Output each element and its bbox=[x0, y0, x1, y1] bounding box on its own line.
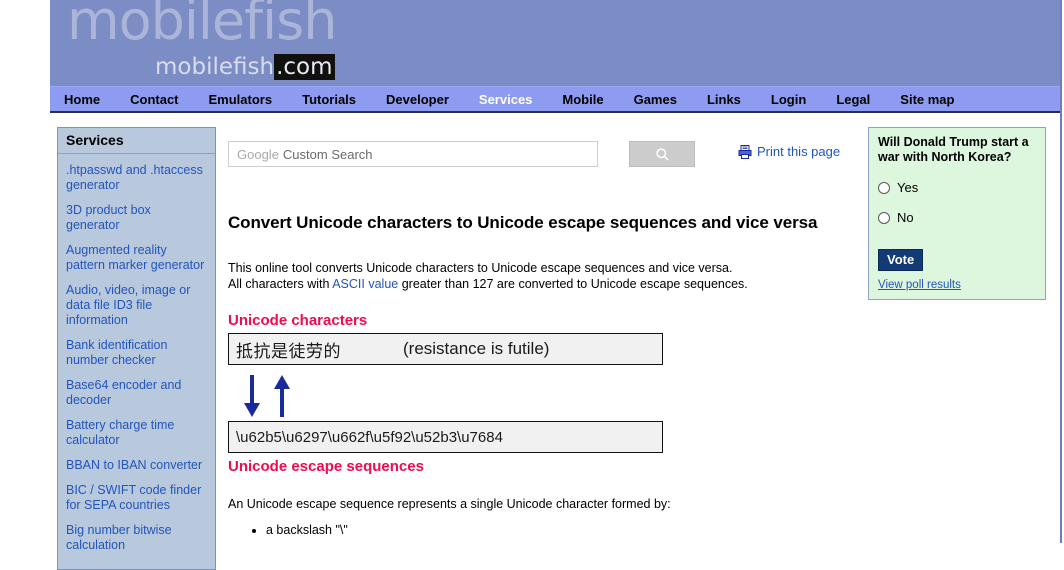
unicode-characters-label: Unicode characters bbox=[228, 312, 368, 329]
unicode-characters-translation: (resistance is futile) bbox=[403, 339, 550, 358]
services-sidebar: Services .htpasswd and .htaccess generat… bbox=[57, 127, 216, 570]
search-row: Google Custom Search Print this page bbox=[228, 113, 858, 167]
vote-button[interactable]: Vote bbox=[878, 249, 924, 271]
search-placeholder-text: Custom Search bbox=[282, 146, 373, 162]
logo-wordmark-small: mobilefish.com bbox=[155, 54, 335, 80]
content-area: Services .htpasswd and .htaccess generat… bbox=[50, 113, 1060, 570]
unicode-escape-sequences-label: Unicode escape sequences bbox=[228, 458, 424, 475]
intro-line-1: This online tool converts Unicode charac… bbox=[228, 261, 733, 275]
logo-wordmark-large: mobilefish bbox=[67, 0, 338, 52]
site-banner: mobilefish mobilefish.com bbox=[50, 0, 1060, 86]
sidebar-title: Services bbox=[58, 128, 215, 154]
nav-item-sitemap[interactable]: Site map bbox=[900, 92, 954, 107]
logo-tld-text: .com bbox=[274, 54, 335, 80]
nav-item-tutorials[interactable]: Tutorials bbox=[302, 92, 356, 107]
nav-item-games[interactable]: Games bbox=[634, 92, 677, 107]
arrow-down-icon bbox=[244, 375, 260, 417]
sidebar-item-id3-file-information[interactable]: Audio, video, image or data file ID3 fil… bbox=[58, 283, 215, 328]
poll-question: Will Donald Trump start a war with North… bbox=[878, 135, 1029, 164]
conversion-arrows bbox=[228, 371, 858, 417]
sidebar-item-ar-pattern-marker-generator[interactable]: Augmented reality pattern marker generat… bbox=[58, 243, 215, 273]
nav-item-login[interactable]: Login bbox=[771, 92, 806, 107]
ascii-value-link[interactable]: ASCII value bbox=[332, 277, 398, 291]
view-poll-results-link[interactable]: View poll results bbox=[878, 279, 1036, 291]
nav-item-links[interactable]: Links bbox=[707, 92, 741, 107]
arrow-up-icon bbox=[274, 375, 290, 417]
radio-button-no[interactable] bbox=[878, 211, 890, 224]
poll-option-no[interactable]: No bbox=[878, 210, 1036, 225]
intro-line-2-suffix: greater than 127 are converted to Unicod… bbox=[398, 277, 748, 291]
list-item: a backslash "\" bbox=[266, 522, 858, 538]
nav-item-mobile[interactable]: Mobile bbox=[562, 92, 603, 107]
sidebar-item-bban-to-iban-converter[interactable]: BBAN to IBAN converter bbox=[58, 458, 215, 473]
poll-option-no-label: No bbox=[897, 210, 914, 225]
poll-option-yes-label: Yes bbox=[897, 180, 919, 195]
poll-option-yes[interactable]: Yes bbox=[878, 180, 1036, 195]
escape-sequence-bullet-list: a backslash "\" bbox=[228, 522, 858, 538]
page-frame: mobilefish mobilefish.com Home Contact E… bbox=[50, 0, 1062, 570]
page-title: Convert Unicode characters to Unicode es… bbox=[228, 213, 818, 232]
print-this-page-link[interactable]: Print this page bbox=[738, 141, 840, 159]
unicode-characters-value: 抵抗是徒劳的 bbox=[236, 341, 341, 361]
sidebar-item-htpasswd-generator[interactable]: .htpasswd and .htaccess generator bbox=[58, 163, 215, 193]
search-icon bbox=[655, 147, 669, 161]
unicode-escape-sequences-value: \u62b5\u6297\u662f\u5f92\u52b3\u7684 bbox=[236, 428, 503, 446]
nav-item-developer[interactable]: Developer bbox=[386, 92, 449, 107]
intro-paragraph: This online tool converts Unicode charac… bbox=[228, 260, 858, 292]
nav-item-contact[interactable]: Contact bbox=[130, 92, 178, 107]
unicode-escape-sequences-input[interactable]: \u62b5\u6297\u662f\u5f92\u52b3\u7684 bbox=[228, 421, 663, 453]
nav-item-emulators[interactable]: Emulators bbox=[209, 92, 273, 107]
sidebar-link-list: .htpasswd and .htaccess generator 3D pro… bbox=[58, 154, 215, 569]
sidebar-item-battery-charge-time-calculator[interactable]: Battery charge time calculator bbox=[58, 418, 215, 448]
radio-button-yes[interactable] bbox=[878, 181, 890, 194]
main-column: Google Custom Search Print this page Con… bbox=[228, 113, 858, 538]
google-brand-text: Google bbox=[237, 146, 279, 162]
logo-name-text: mobilefish bbox=[155, 54, 275, 80]
escape-sequence-explanation: An Unicode escape sequence represents a … bbox=[228, 497, 671, 511]
nav-item-legal[interactable]: Legal bbox=[836, 92, 870, 107]
poll-widget: Will Donald Trump start a war with North… bbox=[868, 127, 1046, 300]
sidebar-item-big-number-bitwise-calculation[interactable]: Big number bitwise calculation bbox=[58, 523, 215, 553]
sidebar-item-base64-encoder-decoder[interactable]: Base64 encoder and decoder bbox=[58, 378, 215, 408]
unicode-characters-input[interactable]: 抵抗是徒劳的 (resistance is futile) bbox=[228, 333, 663, 365]
sidebar-item-bic-swift-code-finder[interactable]: BIC / SWIFT code finder for SEPA countri… bbox=[58, 483, 215, 513]
main-navigation: Home Contact Emulators Tutorials Develop… bbox=[50, 86, 1060, 113]
printer-icon bbox=[738, 144, 752, 159]
intro-line-2-prefix: All characters with bbox=[228, 277, 333, 291]
nav-item-services[interactable]: Services bbox=[479, 92, 533, 107]
search-input[interactable]: Google Custom Search bbox=[228, 141, 598, 167]
intro-line-2: All characters with ASCII value greater … bbox=[228, 276, 858, 292]
sidebar-item-3d-product-box-generator[interactable]: 3D product box generator bbox=[58, 203, 215, 233]
sidebar-item-bank-identification-number-checker[interactable]: Bank identification number checker bbox=[58, 338, 215, 368]
print-link-label: Print this page bbox=[757, 144, 841, 159]
search-button[interactable] bbox=[629, 141, 695, 167]
nav-item-home[interactable]: Home bbox=[64, 92, 100, 107]
